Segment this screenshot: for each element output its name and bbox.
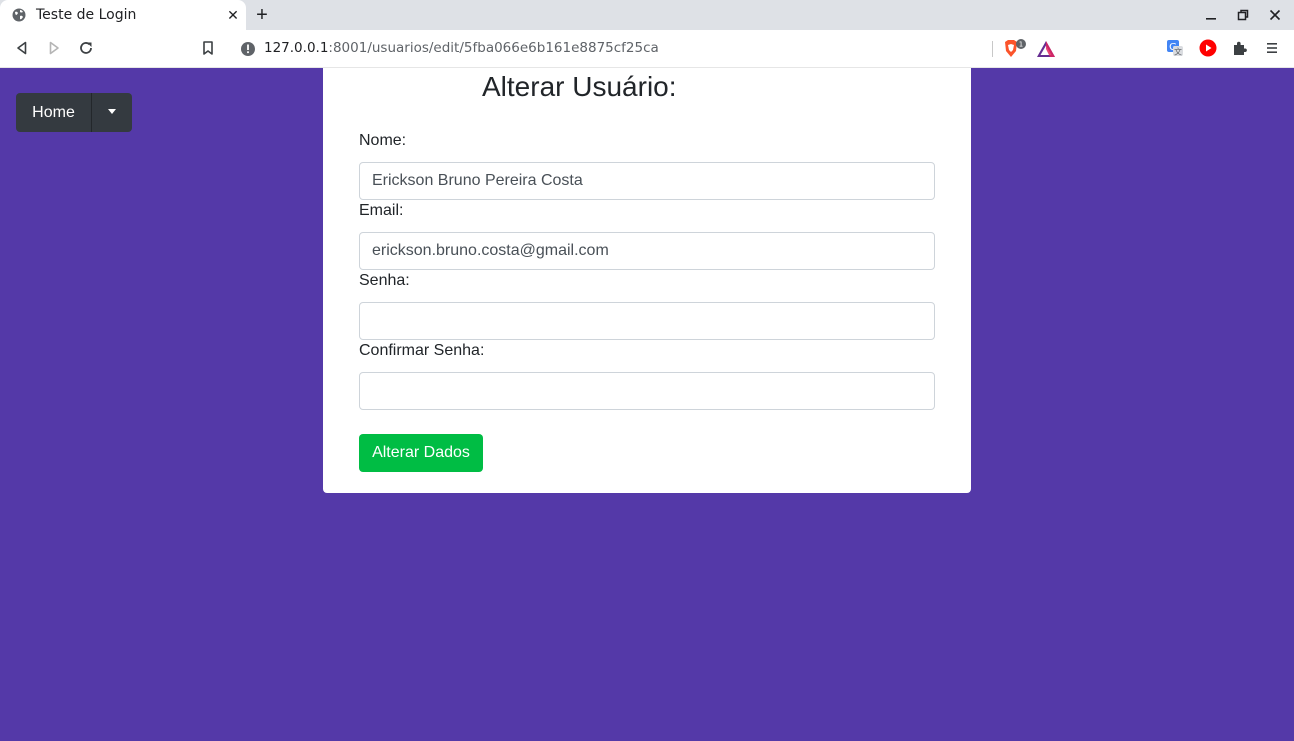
- back-icon[interactable]: [12, 38, 32, 58]
- url-text[interactable]: 127.0.0.1:8001/usuarios/edit/5fba066e6b1…: [264, 40, 659, 56]
- password-input[interactable]: [359, 302, 935, 340]
- bookmark-icon[interactable]: [198, 38, 218, 58]
- close-window-icon[interactable]: [1266, 6, 1284, 24]
- page-title: Alterar Usuário:: [482, 71, 677, 102]
- url-path: :8001/usuarios/edit/5fba066e6b161e8875cf…: [328, 40, 659, 56]
- menu-icon[interactable]: [1262, 38, 1282, 58]
- address-bar[interactable]: 127.0.0.1:8001/usuarios/edit/5fba066e6b1…: [229, 34, 1063, 64]
- google-translate-icon[interactable]: G 文: [1165, 38, 1185, 58]
- info-icon[interactable]: [240, 41, 256, 57]
- submit-button[interactable]: Alterar Dados: [359, 434, 483, 472]
- forward-icon[interactable]: [44, 38, 64, 58]
- password-label: Senha:: [359, 272, 410, 289]
- confirm-password-input[interactable]: [359, 372, 935, 410]
- confirm-password-label: Confirmar Senha:: [359, 342, 485, 359]
- svg-text:文: 文: [1174, 47, 1182, 57]
- tab-close-icon[interactable]: ✕: [224, 6, 242, 24]
- name-label: Nome:: [359, 132, 407, 149]
- youtube-extension-icon[interactable]: [1198, 38, 1218, 58]
- home-button[interactable]: Home: [16, 93, 91, 132]
- minimize-icon[interactable]: [1202, 6, 1220, 24]
- tab-title: Teste de Login: [36, 7, 137, 23]
- brave-badge-count: 1: [1019, 41, 1023, 49]
- home-split-button: Home: [16, 93, 132, 132]
- name-input[interactable]: [359, 162, 935, 200]
- caret-down-icon: [108, 109, 116, 114]
- email-label: Email:: [359, 202, 404, 219]
- browser-tabstrip: Teste de Login ✕ +: [0, 0, 1294, 30]
- brave-shields-icon[interactable]: 1: [1003, 39, 1027, 59]
- home-dropdown-toggle[interactable]: [91, 93, 132, 132]
- reload-icon[interactable]: [76, 38, 96, 58]
- new-tab-button[interactable]: +: [251, 4, 273, 26]
- extensions-puzzle-icon[interactable]: [1230, 38, 1250, 58]
- globe-icon: [12, 8, 26, 22]
- url-host: 127.0.0.1: [264, 40, 329, 56]
- address-bar-divider: [992, 41, 993, 57]
- browser-tab[interactable]: Teste de Login ✕: [0, 0, 246, 30]
- edit-user-card: Alterar Usuário: Nome: Email: Senha: Con…: [323, 68, 971, 493]
- email-input[interactable]: [359, 232, 935, 270]
- browser-toolbar: 127.0.0.1:8001/usuarios/edit/5fba066e6b1…: [0, 30, 1294, 68]
- restore-icon[interactable]: [1234, 6, 1252, 24]
- brave-rewards-icon[interactable]: [1036, 40, 1056, 58]
